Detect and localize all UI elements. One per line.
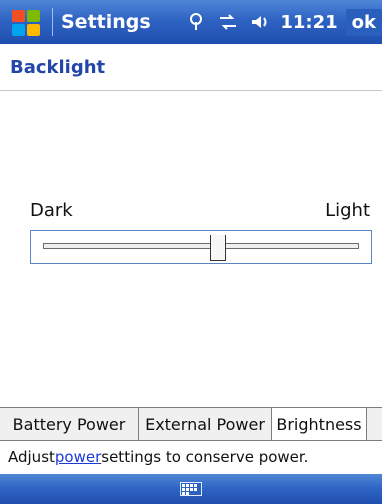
speaker-icon[interactable] [248,10,272,34]
title-separator [52,8,53,36]
slider-track[interactable] [43,243,359,249]
slider-thumb[interactable] [209,233,226,261]
page-header: Backlight [0,44,382,91]
ok-button[interactable]: ok [345,8,382,36]
sync-icon[interactable] [216,10,240,34]
signal-icon[interactable] [184,10,208,34]
tab-external-power[interactable]: External Power [139,408,272,440]
tab-bar-filler [367,408,382,440]
slider-right-label: Light [325,200,370,221]
windows-start-icon[interactable] [8,4,44,40]
hint-prefix: Adjust [8,447,55,466]
title-bar: Settings 11:21 ok [0,0,382,44]
bottom-bar [0,474,382,504]
backlight-slider[interactable] [30,230,372,264]
tab-brightness[interactable]: Brightness [272,408,367,441]
clock[interactable]: 11:21 [280,12,337,33]
keyboard-icon[interactable] [180,482,202,496]
tab-bar: Battery Power External Power Brightness [0,407,382,441]
hint-text: Adjust power settings to conserve power. [0,440,382,472]
page-title: Backlight [10,57,106,78]
slider-left-label: Dark [30,200,73,221]
hint-suffix: settings to conserve power. [101,447,309,466]
power-link[interactable]: power [55,448,101,466]
app-title: Settings [61,11,151,33]
tab-battery-power[interactable]: Battery Power [0,408,139,440]
